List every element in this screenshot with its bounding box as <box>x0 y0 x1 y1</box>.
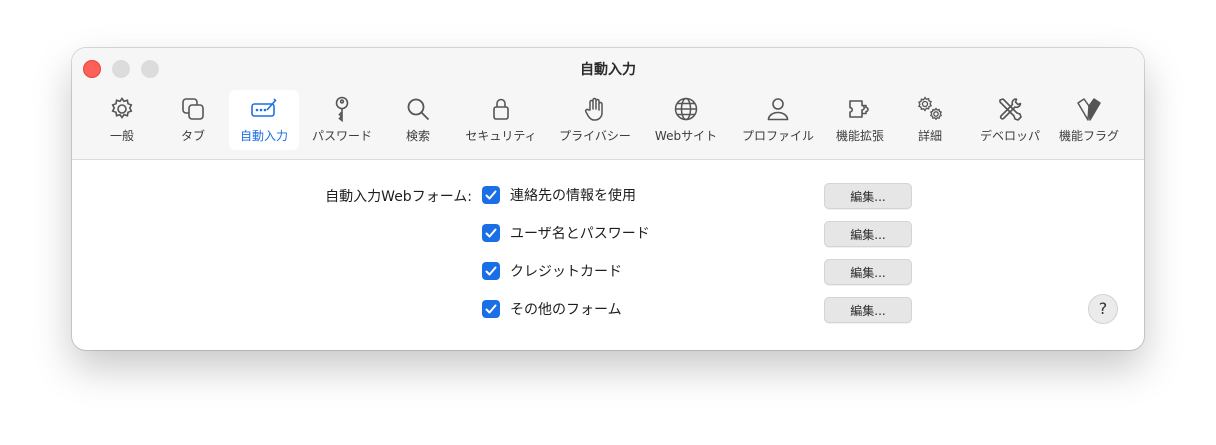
tab-search[interactable]: 検索 <box>400 90 436 150</box>
tab-advanced[interactable]: 詳細 <box>912 90 948 150</box>
edit-credit-cards-button[interactable]: 編集... <box>824 259 912 285</box>
tab-privacy[interactable]: プライバシー <box>555 90 635 150</box>
usernames-passwords-checkbox[interactable] <box>482 224 500 242</box>
option-credit-cards[interactable]: クレジットカード <box>482 260 622 282</box>
checkmark-icon <box>485 266 497 276</box>
gears-icon <box>916 95 944 123</box>
help-button[interactable]: ? <box>1088 294 1118 324</box>
tab-tabs[interactable]: タブ <box>172 90 214 150</box>
person-icon <box>764 95 792 123</box>
tab-passwords[interactable]: パスワード <box>305 90 379 150</box>
autofill-icon <box>250 95 278 123</box>
contacts-checkbox[interactable] <box>482 186 500 204</box>
checkmark-icon <box>485 190 497 200</box>
option-contacts[interactable]: 連絡先の情報を使用 <box>482 184 636 206</box>
tab-websites[interactable]: Webサイト <box>649 90 723 150</box>
other-forms-checkbox[interactable] <box>482 300 500 318</box>
tools-icon <box>996 95 1024 123</box>
tab-feature-flags[interactable]: 機能フラグ <box>1056 90 1122 150</box>
key-icon <box>328 95 356 123</box>
hand-icon <box>581 95 609 123</box>
checkmark-icon <box>485 228 497 238</box>
lock-icon <box>487 95 515 123</box>
edit-contacts-button[interactable]: 編集... <box>824 183 912 209</box>
edit-passwords-button[interactable]: 編集... <box>824 221 912 247</box>
flags-icon <box>1075 95 1103 123</box>
toolbar: 自動入力 一般 タブ 自動入力 パスワード 検索 セキュリティ プライバシー W… <box>72 48 1144 160</box>
autofill-panel: 自動入力Webフォーム: 連絡先の情報を使用 編集... ユーザ名とパスワード … <box>72 160 1144 350</box>
gear-icon <box>108 95 136 123</box>
option-other-forms[interactable]: その他のフォーム <box>482 298 622 320</box>
window-title: 自動入力 <box>580 62 636 78</box>
checkmark-icon <box>485 304 497 314</box>
tab-autofill[interactable]: 自動入力 <box>229 90 299 150</box>
option-usernames-passwords[interactable]: ユーザ名とパスワード <box>482 222 650 244</box>
tab-developer[interactable]: デベロッパ <box>975 90 1045 150</box>
tab-security[interactable]: セキュリティ <box>461 90 541 150</box>
edit-other-forms-button[interactable]: 編集... <box>824 297 912 323</box>
tab-profiles[interactable]: プロファイル <box>736 90 820 150</box>
tab-extensions[interactable]: 機能拡張 <box>830 90 890 150</box>
puzzle-icon <box>846 95 874 123</box>
tabs-icon <box>179 95 207 123</box>
tab-general[interactable]: 一般 <box>102 90 142 150</box>
preferences-window: 自動入力 一般 タブ 自動入力 パスワード 検索 セキュリティ プライバシー W… <box>72 48 1144 350</box>
credit-cards-checkbox[interactable] <box>482 262 500 280</box>
autofill-forms-label: 自動入力Webフォーム: <box>325 189 472 205</box>
globe-icon <box>672 95 700 123</box>
magnifier-icon <box>404 95 432 123</box>
